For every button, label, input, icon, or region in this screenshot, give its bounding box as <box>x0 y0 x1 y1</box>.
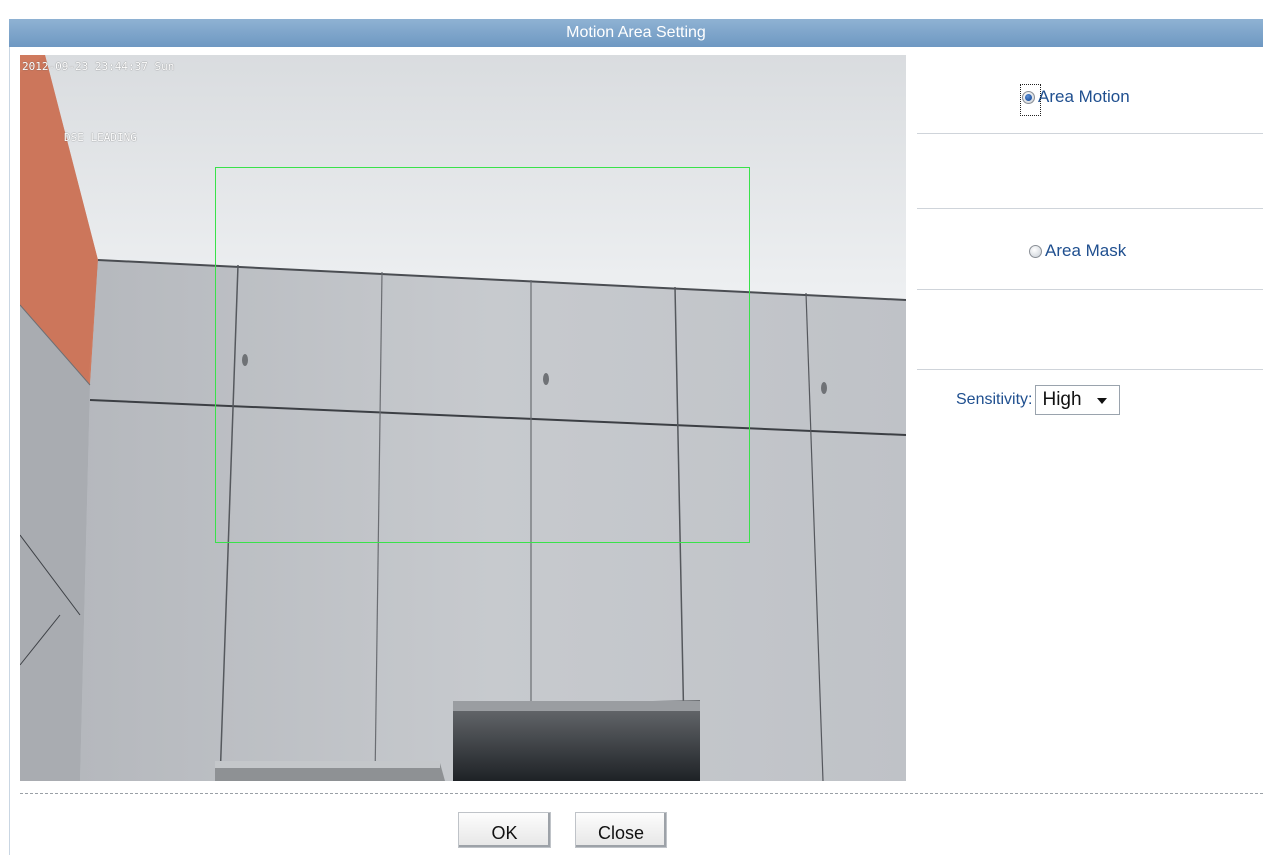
panel-row-empty <box>917 290 1263 370</box>
panel-row-area-mask: Area Mask <box>917 134 1263 260</box>
dialog-left-border <box>9 47 10 855</box>
sensitivity-value: High <box>1042 389 1082 410</box>
panel-row-area-motion: Area Motion <box>917 55 1263 134</box>
radio-checked-icon[interactable] <box>1022 90 1035 104</box>
motion-area-dialog: Motion Area Setting 2012-09-23 23:44:37 … <box>0 0 1263 855</box>
osd-camera-name: DSE LEADING <box>64 131 137 144</box>
sensitivity-select[interactable]: High <box>1035 385 1121 415</box>
chevron-down-icon[interactable] <box>1097 398 1108 404</box>
dashed-divider <box>20 793 1263 794</box>
dialog-title: Motion Area Setting <box>9 19 1263 47</box>
panel-row-sensitivity: Sensitivity: High <box>917 209 1263 415</box>
settings-panel: Area Motion Area Mask Sensitivity: High <box>917 55 1263 415</box>
ok-button[interactable]: OK <box>458 812 551 848</box>
sensitivity-control: Sensitivity: High <box>956 385 1121 415</box>
close-button[interactable]: Close <box>575 812 667 848</box>
area-motion-label: Area Motion <box>1038 87 1130 106</box>
camera-video-preview[interactable]: 2012-09-23 23:44:37 Sun DSE LEADING <box>20 55 906 781</box>
motion-detection-area-box[interactable] <box>215 167 750 543</box>
osd-timestamp: 2012-09-23 23:44:37 Sun <box>22 60 175 73</box>
area-motion-radio[interactable]: Area Motion <box>1020 84 1130 116</box>
sensitivity-label: Sensitivity: <box>956 391 1033 408</box>
